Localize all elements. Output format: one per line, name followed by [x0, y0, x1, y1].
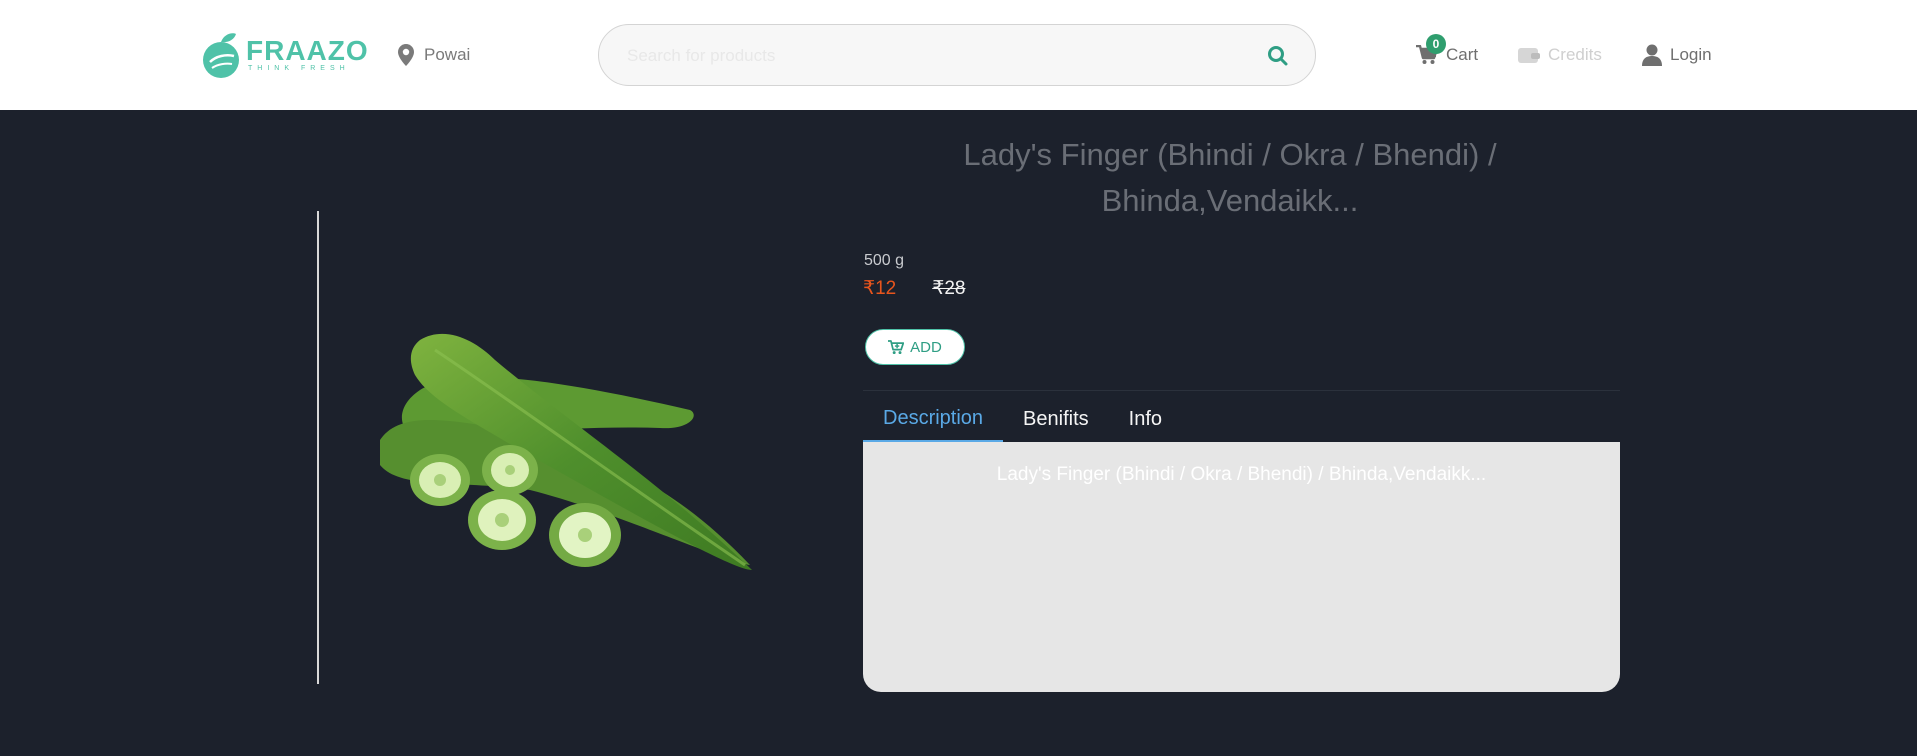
search-bar [598, 24, 1316, 86]
product-tabs: Description Benifits Info [863, 396, 1182, 442]
search-button[interactable] [1267, 45, 1289, 67]
leaf-logo-icon [202, 30, 242, 80]
wallet-icon [1518, 48, 1540, 63]
okra-image [360, 320, 780, 580]
logo-tagline: THINK FRESH [248, 65, 350, 72]
location-label: Powai [424, 45, 471, 64]
cart-label: Cart [1446, 45, 1479, 64]
section-divider [863, 390, 1620, 391]
add-to-cart-button[interactable]: ADD [865, 329, 965, 365]
credits-label: Credits [1548, 45, 1602, 64]
tab-info[interactable]: Info [1109, 396, 1182, 442]
location-selector[interactable]: Powai [398, 40, 470, 70]
tab-benefits[interactable]: Benifits [1003, 396, 1109, 442]
image-divider [317, 211, 319, 684]
product-weight: 500 g [864, 252, 905, 269]
login-label: Login [1670, 45, 1712, 64]
sale-price: ₹12 [863, 278, 897, 299]
login-button[interactable]: Login [1642, 40, 1712, 70]
cart-icon [888, 339, 905, 354]
logo-name: FRAAZO [246, 35, 369, 66]
cart-count-badge: 0 [1426, 34, 1446, 54]
site-header: FRAAZO THINK FRESH Powai 0 Cart [0, 0, 1917, 110]
map-pin-icon [398, 44, 414, 66]
price-row: ₹12 ₹28 [863, 277, 965, 300]
user-icon [1642, 44, 1662, 66]
logo[interactable]: FRAAZO THINK FRESH [202, 30, 368, 80]
mrp-price: ₹28 [932, 278, 966, 299]
product-title: Lady's Finger (Bhindi / Okra / Bhendi) /… [963, 137, 1497, 218]
cart-button[interactable]: 0 Cart [1416, 34, 1479, 70]
tab-description[interactable]: Description [863, 396, 1004, 442]
search-icon [1268, 46, 1288, 66]
search-input[interactable] [627, 41, 1227, 71]
credits-button[interactable]: Credits [1518, 40, 1602, 70]
add-button-label: ADD [910, 338, 942, 356]
description-text: Lady's Finger (Bhindi / Okra / Bhendi) /… [996, 464, 1487, 485]
description-panel: Lady's Finger (Bhindi / Okra / Bhendi) /… [863, 442, 1620, 692]
